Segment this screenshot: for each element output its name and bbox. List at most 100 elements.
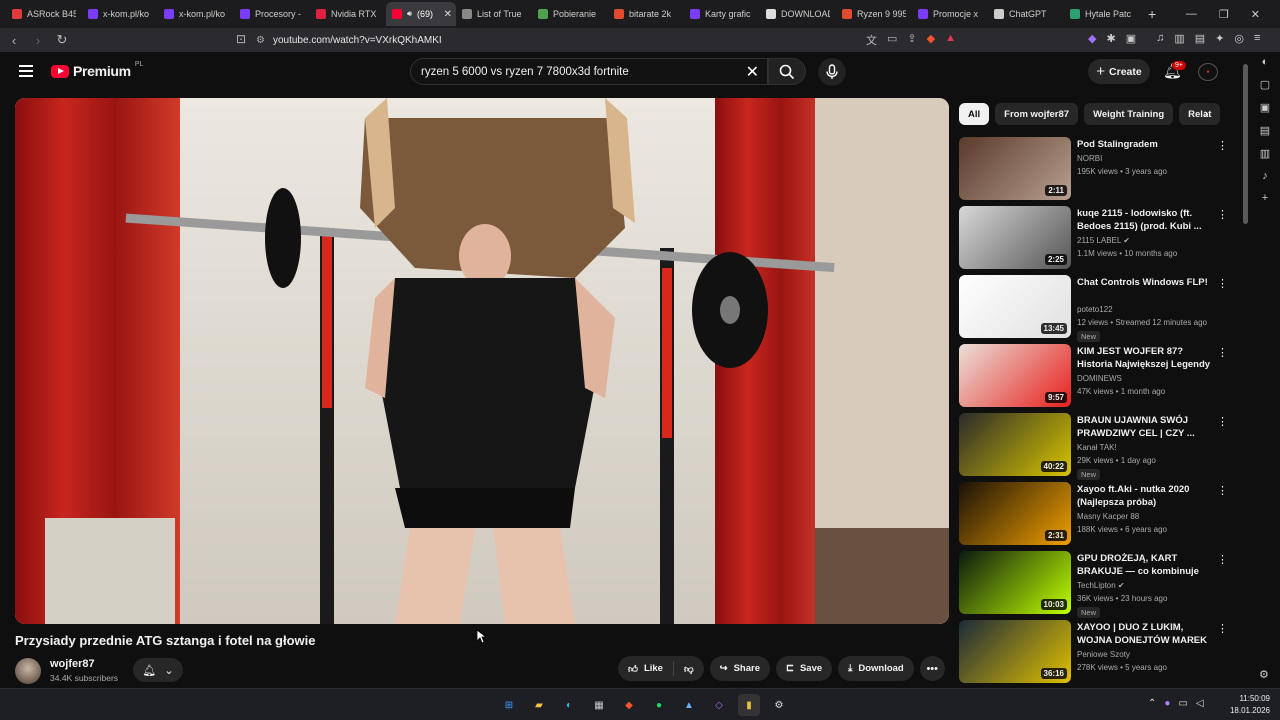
more-vertical-icon[interactable]: ⋮ [1217,139,1228,152]
volume-icon[interactable]: ◁ [1196,698,1204,709]
new-tab-icon[interactable]: + [1148,6,1156,22]
browser-tab[interactable]: bitarate 2k [608,2,684,26]
recommended-title[interactable]: kuqe 2115 - lodowisko (ft. Bedoes 2115) … [1077,207,1215,233]
video-thumbnail[interactable]: 40:22 [959,413,1071,476]
more-vertical-icon[interactable]: ⋮ [1217,346,1228,359]
video-thumbnail[interactable]: 13:45 [959,275,1071,338]
minimize-icon[interactable]: — [1186,8,1197,20]
cast-icon[interactable]: ▭ [887,32,897,48]
sidebar-add-icon[interactable]: + [1262,192,1268,204]
more-vertical-icon[interactable]: ⋮ [1217,208,1228,221]
photos-icon[interactable]: ▲ [678,694,700,716]
recommended-channel[interactable]: DOMINEWS [1077,372,1227,385]
screenshot-icon[interactable]: ▣ [1126,32,1136,45]
store-icon[interactable]: ▦ [588,694,610,716]
create-button[interactable]: + Create [1088,59,1150,84]
sidebar-chat-icon[interactable]: ◐ [1262,56,1269,68]
subscription-bell-button[interactable]: 🔔︎ ⌄ [133,658,183,682]
share-button[interactable]: ↪ Share [709,656,770,681]
recommended-title[interactable]: GPU DROŻEJĄ, KART BRAKUJE — co kombinuje… [1077,552,1215,578]
music-icon[interactable]: ♫ [1156,32,1164,45]
browser-tab[interactable]: Pobieranie [532,2,608,26]
bookmark-icon[interactable]: ⊡ [236,32,246,46]
recommended-title[interactable]: KIM JEST WOJFER 87? Historia Największej… [1077,345,1215,371]
steam-icon[interactable]: ⚙ [768,694,790,716]
sidebar-settings-icon[interactable]: ⚙ [1259,668,1269,681]
video-thumbnail[interactable]: 36:16 [959,620,1071,683]
dislike-button[interactable]: 👎︎ [674,656,704,681]
channel-avatar[interactable] [15,658,41,684]
sidebar-bookmarks-icon[interactable]: ▥ [1260,147,1270,160]
menu-icon[interactable]: ≡ [1254,32,1260,45]
brave-browser-icon[interactable]: ◆ [618,694,640,716]
browser-tab[interactable]: Promocje x [912,2,988,26]
more-actions-button[interactable]: ••• [919,656,945,681]
recommended-channel[interactable]: 2115 LABEL ✔ [1077,234,1227,247]
video-thumbnail[interactable]: 9:57 [959,344,1071,407]
browser-tab[interactable]: ASRock B45 [6,2,82,26]
video-thumbnail[interactable]: 2:31 [959,482,1071,545]
tray-overflow-icon[interactable]: ⌃ [1148,698,1156,709]
browser-tab[interactable]: Hytale Patc [1064,2,1140,26]
channel-name[interactable]: wojfer87 [50,658,95,670]
browser-tab[interactable]: x-kom.pl/ko [158,2,234,26]
translate-icon[interactable]: 文 [866,32,877,48]
video-thumbnail[interactable]: 2:25 [959,206,1071,269]
puzzle-icon[interactable]: ✱ [1106,32,1115,45]
recommended-video[interactable]: 9:57 KIM JEST WOJFER 87? Historia Najwięk… [959,344,1235,413]
browser-tab[interactable]: Procesory - [234,2,310,26]
filter-chip[interactable]: All [959,103,990,125]
guide-menu-icon[interactable] [19,65,33,77]
download-button[interactable]: ⤓ Download [838,656,914,681]
recommended-channel[interactable]: poteto122 [1077,303,1227,316]
recommended-video[interactable]: 13:45 Chat Controls Windows FLP! poteto122… [959,275,1235,344]
spotify-icon[interactable]: ● [648,694,670,716]
sidebar-toggle-icon[interactable]: ▥ [1174,32,1184,45]
recommended-title[interactable]: Chat Controls Windows FLP! [1077,276,1215,289]
video-thumbnail[interactable]: 10:03 [959,551,1071,614]
network-icon[interactable]: ▭ [1178,698,1187,709]
browser-tab[interactable]: 🔊︎ (69) ✕ [386,2,456,26]
extension-icon[interactable]: ◆ [1088,32,1096,45]
chevron-right-icon[interactable]: › [1204,105,1209,121]
video-player[interactable] [15,98,949,624]
winrar-icon[interactable]: ▮ [738,694,760,716]
system-clock[interactable]: 11:50:09 18.01.2026 [1222,693,1270,717]
more-vertical-icon[interactable]: ⋮ [1217,622,1228,635]
brave-shields-icon[interactable]: ◆ [927,32,935,48]
browser-tab[interactable]: ChatGPT [988,2,1064,26]
close-window-icon[interactable]: ✕ [1251,8,1260,21]
filter-chip[interactable]: From wojfer87 [995,103,1079,125]
sidebar-reading-list-icon[interactable]: ▤ [1260,124,1270,137]
browser-tab[interactable]: x-kom.pl/ko [82,2,158,26]
video-thumbnail[interactable]: 2:11 [959,137,1071,200]
like-button[interactable]: 👍︎ Like [618,656,673,681]
leo-ai-icon[interactable]: ✦ [1215,32,1224,45]
edge-icon[interactable]: ◐ [558,694,580,716]
more-vertical-icon[interactable]: ⋮ [1217,553,1228,566]
recommended-video[interactable]: 2:11 Pod Stalingradem NORBI 195K views • 3 … [959,137,1235,206]
restore-icon[interactable]: ❐ [1219,8,1229,21]
browser-tab[interactable]: Karty grafic [684,2,760,26]
tab-audio-icon[interactable]: 🔊︎ [407,9,412,19]
scrollbar-thumb[interactable] [1243,64,1248,224]
back-icon[interactable]: ‹ [4,33,24,48]
start-menu-icon[interactable]: ⊞ [498,694,520,716]
page-scrollbar[interactable] [1242,56,1248,686]
youtube-premium-logo[interactable]: Premium PL [51,61,143,79]
file-explorer-icon[interactable]: ▰ [528,694,550,716]
recommended-title[interactable]: BRAUN UJAWNIA SWÓJ PRAWDZIWY CEL | CZY .… [1077,414,1215,440]
account-avatar[interactable]: ● [1198,63,1218,81]
tab-close-icon[interactable]: ✕ [444,9,452,20]
recommended-channel[interactable]: Peniowe Szoty [1077,648,1227,661]
more-vertical-icon[interactable]: ⋮ [1217,277,1228,290]
browser-tab[interactable]: List of True [456,2,532,26]
recommended-channel[interactable]: TechLipton ✔ [1077,579,1227,592]
search-button[interactable] [768,58,806,85]
brave-rewards-icon[interactable]: ▲ [945,32,956,48]
recommended-channel[interactable]: Kanał TAK! [1077,441,1227,454]
recommended-channel[interactable]: Masny Kacper 88 [1077,510,1227,523]
save-button[interactable]: ⊏ Save [775,656,833,681]
filter-chip[interactable]: Weight Training [1084,103,1174,125]
sidebar-wallet-icon[interactable]: ▣ [1260,101,1270,114]
